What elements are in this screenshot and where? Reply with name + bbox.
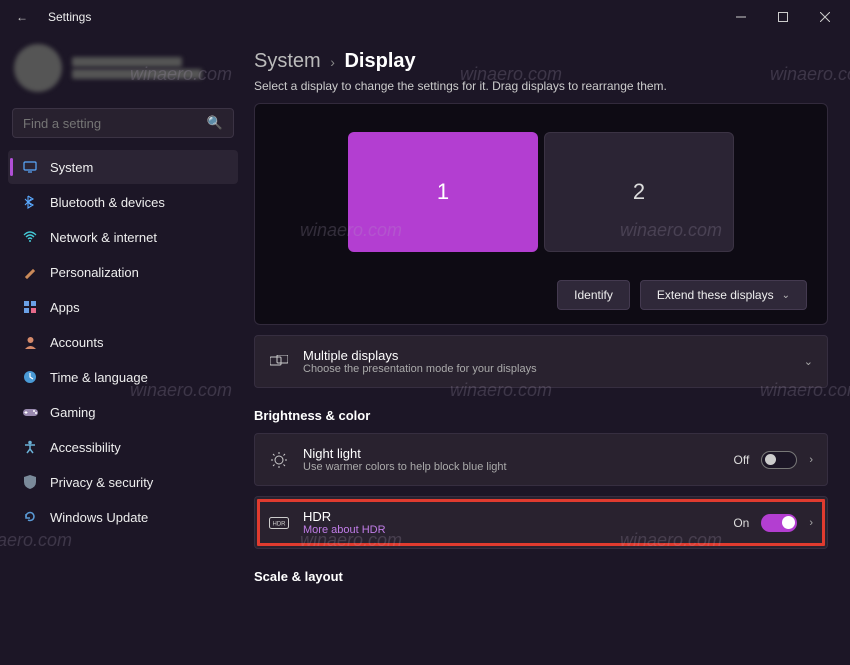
sidebar-item-bluetooth[interactable]: Bluetooth & devices [8, 185, 238, 219]
sidebar-item-apps[interactable]: Apps [8, 290, 238, 324]
svg-text:HDR: HDR [273, 521, 287, 527]
titlebar: ← Settings [0, 0, 850, 34]
page-title: Display [344, 50, 415, 72]
sidebar-item-label: Network & internet [50, 230, 157, 245]
hdr-toggle[interactable] [761, 514, 797, 532]
card-title: HDR [303, 509, 719, 524]
page-subtitle: Select a display to change the settings … [254, 79, 828, 93]
close-button[interactable] [804, 3, 846, 31]
card-desc: Choose the presentation mode for your di… [303, 363, 790, 375]
hdr-card[interactable]: HDR HDR More about HDR On › [254, 496, 828, 549]
sidebar-item-gaming[interactable]: Gaming [8, 395, 238, 429]
chevron-right-icon[interactable]: › [809, 454, 813, 466]
sidebar-item-label: Personalization [50, 265, 139, 280]
display-2[interactable]: 2 [544, 132, 734, 252]
toggle-state: Off [734, 453, 750, 467]
back-button[interactable]: ← [4, 10, 40, 24]
search-input[interactable] [23, 116, 207, 131]
section-brightness: Brightness & color [254, 408, 828, 423]
chevron-right-icon: › [330, 54, 335, 70]
sidebar-item-label: Time & language [50, 370, 148, 385]
sidebar-item-label: Privacy & security [50, 475, 153, 490]
apps-icon [22, 299, 38, 315]
wifi-icon [22, 229, 38, 245]
accessibility-icon [22, 439, 38, 455]
sidebar-item-label: Gaming [50, 405, 96, 420]
night-light-card[interactable]: Night light Use warmer colors to help bl… [254, 433, 828, 486]
system-icon [22, 159, 38, 175]
avatar [14, 44, 62, 92]
toggle-state: On [733, 516, 749, 530]
multiple-displays-icon [269, 355, 289, 369]
accounts-icon [22, 334, 38, 350]
sidebar-item-accounts[interactable]: Accounts [8, 325, 238, 359]
sidebar-item-update[interactable]: Windows Update [8, 500, 238, 534]
chevron-right-icon[interactable]: › [809, 517, 813, 529]
minimize-button[interactable] [720, 3, 762, 31]
section-scale: Scale & layout [254, 569, 828, 584]
sidebar-item-system[interactable]: System [8, 150, 238, 184]
display-1[interactable]: 1 [348, 132, 538, 252]
sidebar-item-label: System [50, 160, 93, 175]
window-title: Settings [48, 10, 91, 24]
sidebar-item-label: Accessibility [50, 440, 121, 455]
sidebar-item-label: Apps [50, 300, 80, 315]
personalization-icon [22, 264, 38, 280]
gaming-icon [22, 404, 38, 420]
card-title: Multiple displays [303, 348, 790, 363]
sidebar-item-label: Accounts [50, 335, 103, 350]
card-title: Night light [303, 446, 720, 461]
breadcrumb: System › Display [254, 50, 828, 73]
sidebar: 🔍 System Bluetooth & devices Network & i… [0, 34, 246, 665]
night-light-toggle[interactable] [761, 451, 797, 469]
sidebar-item-personalization[interactable]: Personalization [8, 255, 238, 289]
bluetooth-icon [22, 194, 38, 210]
privacy-icon [22, 474, 38, 490]
hdr-icon: HDR [269, 517, 289, 529]
display-arrangement: 1 2 Identify Extend these displays⌄ [254, 103, 828, 325]
maximize-button[interactable] [762, 3, 804, 31]
main-content: System › Display Select a display to cha… [246, 34, 850, 665]
time-icon [22, 369, 38, 385]
card-desc: Use warmer colors to help block blue lig… [303, 461, 720, 473]
sidebar-item-label: Bluetooth & devices [50, 195, 165, 210]
sidebar-item-time[interactable]: Time & language [8, 360, 238, 394]
extend-displays-dropdown[interactable]: Extend these displays⌄ [640, 280, 807, 310]
night-light-icon [269, 452, 289, 468]
identify-button[interactable]: Identify [557, 280, 630, 310]
profile-block[interactable] [8, 40, 238, 102]
sidebar-item-privacy[interactable]: Privacy & security [8, 465, 238, 499]
chevron-down-icon: ⌄ [804, 355, 813, 368]
search-icon: 🔍 [207, 115, 223, 131]
search-box[interactable]: 🔍 [12, 108, 234, 138]
sidebar-item-accessibility[interactable]: Accessibility [8, 430, 238, 464]
update-icon [22, 509, 38, 525]
chevron-down-icon: ⌄ [782, 290, 790, 301]
breadcrumb-parent[interactable]: System [254, 50, 321, 72]
sidebar-item-label: Windows Update [50, 510, 148, 525]
sidebar-item-network[interactable]: Network & internet [8, 220, 238, 254]
multiple-displays-card[interactable]: Multiple displays Choose the presentatio… [254, 335, 828, 388]
more-about-hdr-link[interactable]: More about HDR [303, 524, 719, 536]
